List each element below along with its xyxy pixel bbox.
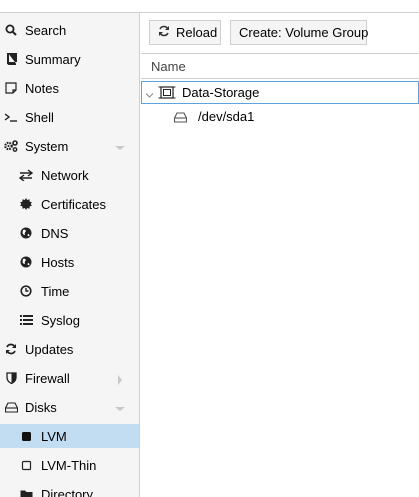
- sidebar-item-certificates[interactable]: Certificates: [0, 192, 139, 216]
- sidebar-item-label: Disks: [25, 399, 57, 415]
- chevron-right-icon[interactable]: [115, 373, 125, 385]
- sidebar-item-label: Notes: [25, 80, 59, 96]
- sidebar-item-lvm-thin[interactable]: LVM-Thin: [0, 453, 139, 477]
- sidebar-item-time[interactable]: Time: [0, 279, 139, 303]
- sidebar-item-label: Firewall: [25, 370, 70, 386]
- sidebar-item-label: LVM: [41, 428, 67, 444]
- create-volume-group-button[interactable]: Create: Volume Group: [230, 20, 369, 45]
- reload-label: Reload: [176, 25, 218, 40]
- square-outline-icon: [19, 458, 33, 472]
- sidebar-item-system[interactable]: System: [0, 134, 139, 158]
- sidebar-item-network[interactable]: Network: [0, 163, 139, 187]
- search-icon: [4, 23, 18, 37]
- tree-label: Data-Storage: [182, 85, 260, 100]
- hdd-icon: [173, 111, 188, 126]
- sidebar-item-firewall[interactable]: Firewall: [0, 366, 139, 390]
- exchange-icon: [19, 168, 33, 182]
- note-icon: [4, 81, 18, 95]
- sidebar-item-dns[interactable]: DNS: [0, 221, 139, 245]
- sidebar-item-label: Network: [41, 167, 89, 183]
- certificate-icon: [19, 197, 33, 211]
- globe-icon: [19, 255, 33, 269]
- sidebar-item-updates[interactable]: Updates: [0, 337, 139, 361]
- globe-icon: [19, 226, 33, 240]
- sidebar-item-disks[interactable]: Disks: [0, 395, 139, 419]
- toolbar: Reload Create: Volume Group: [141, 13, 419, 53]
- terminal-icon: [4, 110, 18, 124]
- sidebar-item-search[interactable]: Search: [0, 18, 139, 42]
- sidebar-item-label: Syslog: [41, 312, 81, 328]
- list-icon: [19, 313, 33, 327]
- shield-icon: [4, 371, 18, 385]
- sidebar: Search Summary Notes Shell System Networ…: [0, 13, 140, 497]
- sidebar-item-label: Time: [41, 283, 70, 299]
- sidebar-item-summary[interactable]: Summary: [0, 47, 139, 71]
- sidebar-item-syslog[interactable]: Syslog: [0, 308, 139, 332]
- book-icon: [4, 52, 18, 66]
- sidebar-item-notes[interactable]: Notes: [0, 76, 139, 100]
- hdd-icon: [4, 400, 18, 414]
- sidebar-item-label: Directory: [41, 486, 94, 497]
- content-panel: Reload Create: Volume Group Name Data-St…: [141, 13, 419, 497]
- column-header-name[interactable]: Name: [141, 53, 419, 79]
- sidebar-item-label: Certificates: [41, 196, 107, 212]
- tree-row-volume-group[interactable]: Data-Storage: [141, 81, 419, 104]
- reload-button[interactable]: Reload: [149, 20, 221, 45]
- chevron-down-icon[interactable]: [145, 88, 154, 103]
- refresh-icon: [4, 342, 18, 356]
- sidebar-item-label: Updates: [25, 341, 74, 357]
- sidebar-item-directory[interactable]: Directory: [0, 482, 139, 497]
- sidebar-item-label: Shell: [25, 109, 54, 125]
- sidebar-item-lvm[interactable]: LVM: [0, 424, 139, 448]
- clock-icon: [19, 284, 33, 298]
- refresh-icon: [158, 25, 176, 40]
- sidebar-item-label: Hosts: [41, 254, 75, 270]
- sidebar-item-label: Search: [25, 22, 67, 38]
- square-filled-icon: [19, 429, 33, 443]
- gears-icon: [4, 139, 18, 153]
- tree-row-device[interactable]: /dev/sda1: [141, 105, 419, 128]
- sidebar-item-label: LVM-Thin: [41, 457, 97, 473]
- column-header-label: Name: [151, 58, 186, 74]
- sidebar-item-hosts[interactable]: Hosts: [0, 250, 139, 274]
- sidebar-item-label: System: [25, 138, 69, 154]
- chevron-down-icon[interactable]: [115, 402, 125, 412]
- sidebar-item-label: DNS: [41, 225, 69, 241]
- chevron-down-icon[interactable]: [115, 141, 125, 151]
- volume-group-icon: [158, 85, 176, 103]
- create-volume-group-label: Create: Volume Group: [239, 25, 369, 40]
- sidebar-item-label: Summary: [25, 51, 81, 67]
- tree-label: /dev/sda1: [198, 109, 255, 124]
- sidebar-item-shell[interactable]: Shell: [0, 105, 139, 129]
- folder-icon: [19, 487, 33, 497]
